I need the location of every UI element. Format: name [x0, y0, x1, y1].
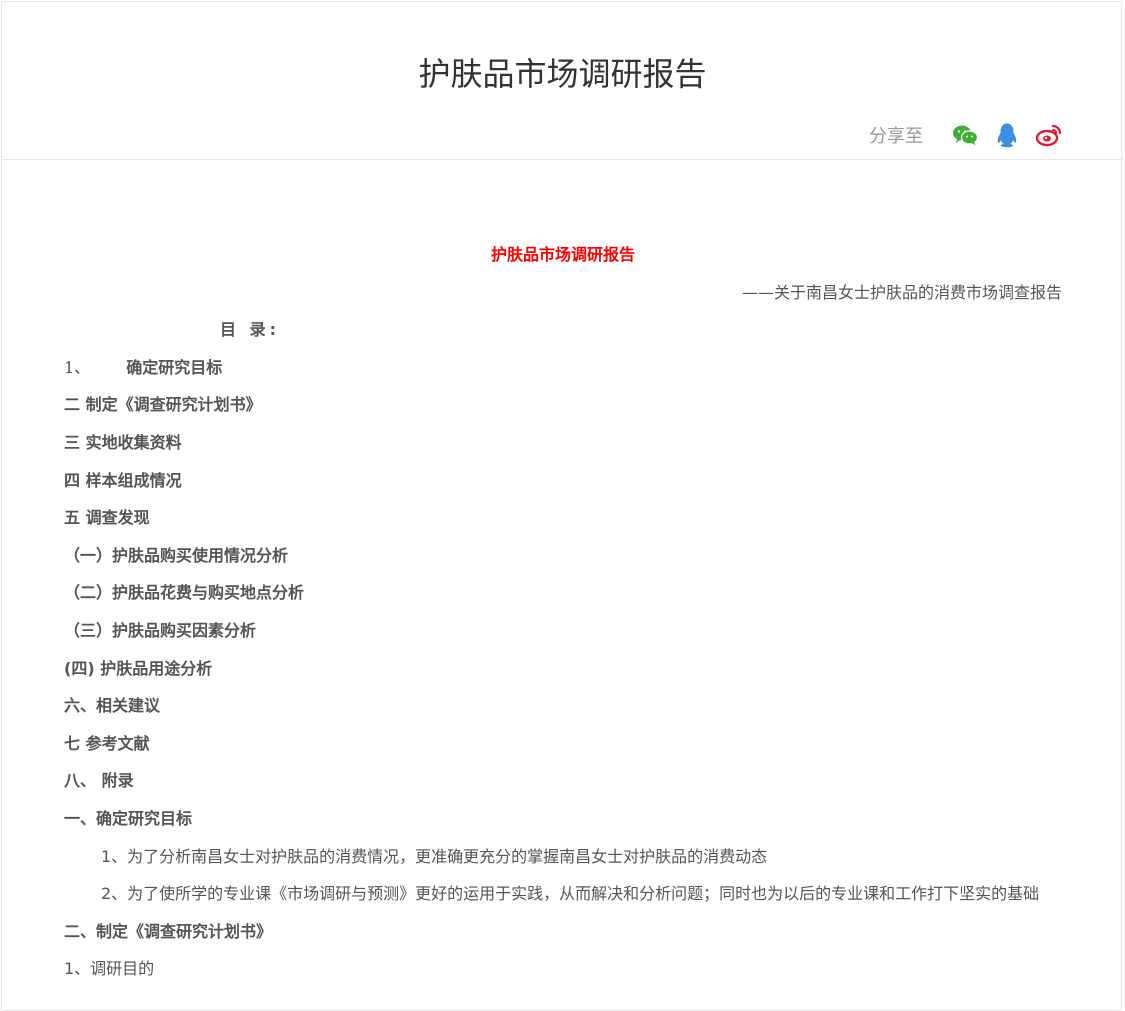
paragraph: 2、为了使所学的专业课《市场调研与预测》更好的运用于实践，从而解决和分析问题；同…	[101, 884, 1040, 904]
qq-icon[interactable]	[993, 121, 1021, 149]
wechat-icon[interactable]	[951, 121, 979, 149]
toc-item: （一）护肤品购买使用情况分析	[64, 545, 289, 565]
toc-item: 八、 附录	[64, 771, 134, 791]
toc-item: （二）护肤品花费与购买地点分析	[64, 583, 305, 603]
page-title: 护肤品市场调研报告	[418, 55, 707, 93]
section-heading: 一、确定研究目标	[64, 808, 193, 828]
section-heading: 二、制定《调查研究计划书》	[64, 921, 273, 941]
share-label: 分享至	[869, 126, 923, 147]
toc-item-number: 1、	[64, 357, 91, 377]
toc-item: 四 样本组成情况	[64, 470, 182, 490]
toc-item: 五 调查发现	[64, 508, 150, 528]
header-divider	[1, 159, 1123, 160]
weibo-icon[interactable]	[1035, 121, 1063, 149]
paragraph: 1、为了分析南昌女士对护肤品的消费情况，更准确更充分的掌握南昌女士对护肤品的消费…	[101, 846, 768, 866]
paragraph: 1、调研目的	[64, 959, 155, 979]
document-subtitle: ——关于南昌女士护肤品的消费市场调查报告	[741, 282, 1062, 302]
share-bar: 分享至	[869, 120, 1063, 150]
toc-item: 1、 确定研究目标	[64, 349, 1062, 387]
toc-heading: 目 录:	[220, 320, 280, 340]
toc-item: （三）护肤品购买因素分析	[64, 620, 257, 640]
article-body: 护肤品市场调研报告 ——关于南昌女士护肤品的消费市场调查报告 目 录: 1、 确定…	[64, 236, 1062, 988]
toc-item: 二 制定《调查研究计划书》	[64, 395, 262, 415]
toc-item: 六、相关建议	[64, 696, 161, 716]
document-title: 护肤品市场调研报告	[490, 245, 635, 264]
toc-item: (四) 护肤品用途分析	[64, 658, 213, 678]
toc-item-label: 确定研究目标	[126, 357, 223, 377]
toc-item: 三 实地收集资料	[64, 432, 182, 452]
toc-item: 七 参考文献	[64, 733, 150, 753]
